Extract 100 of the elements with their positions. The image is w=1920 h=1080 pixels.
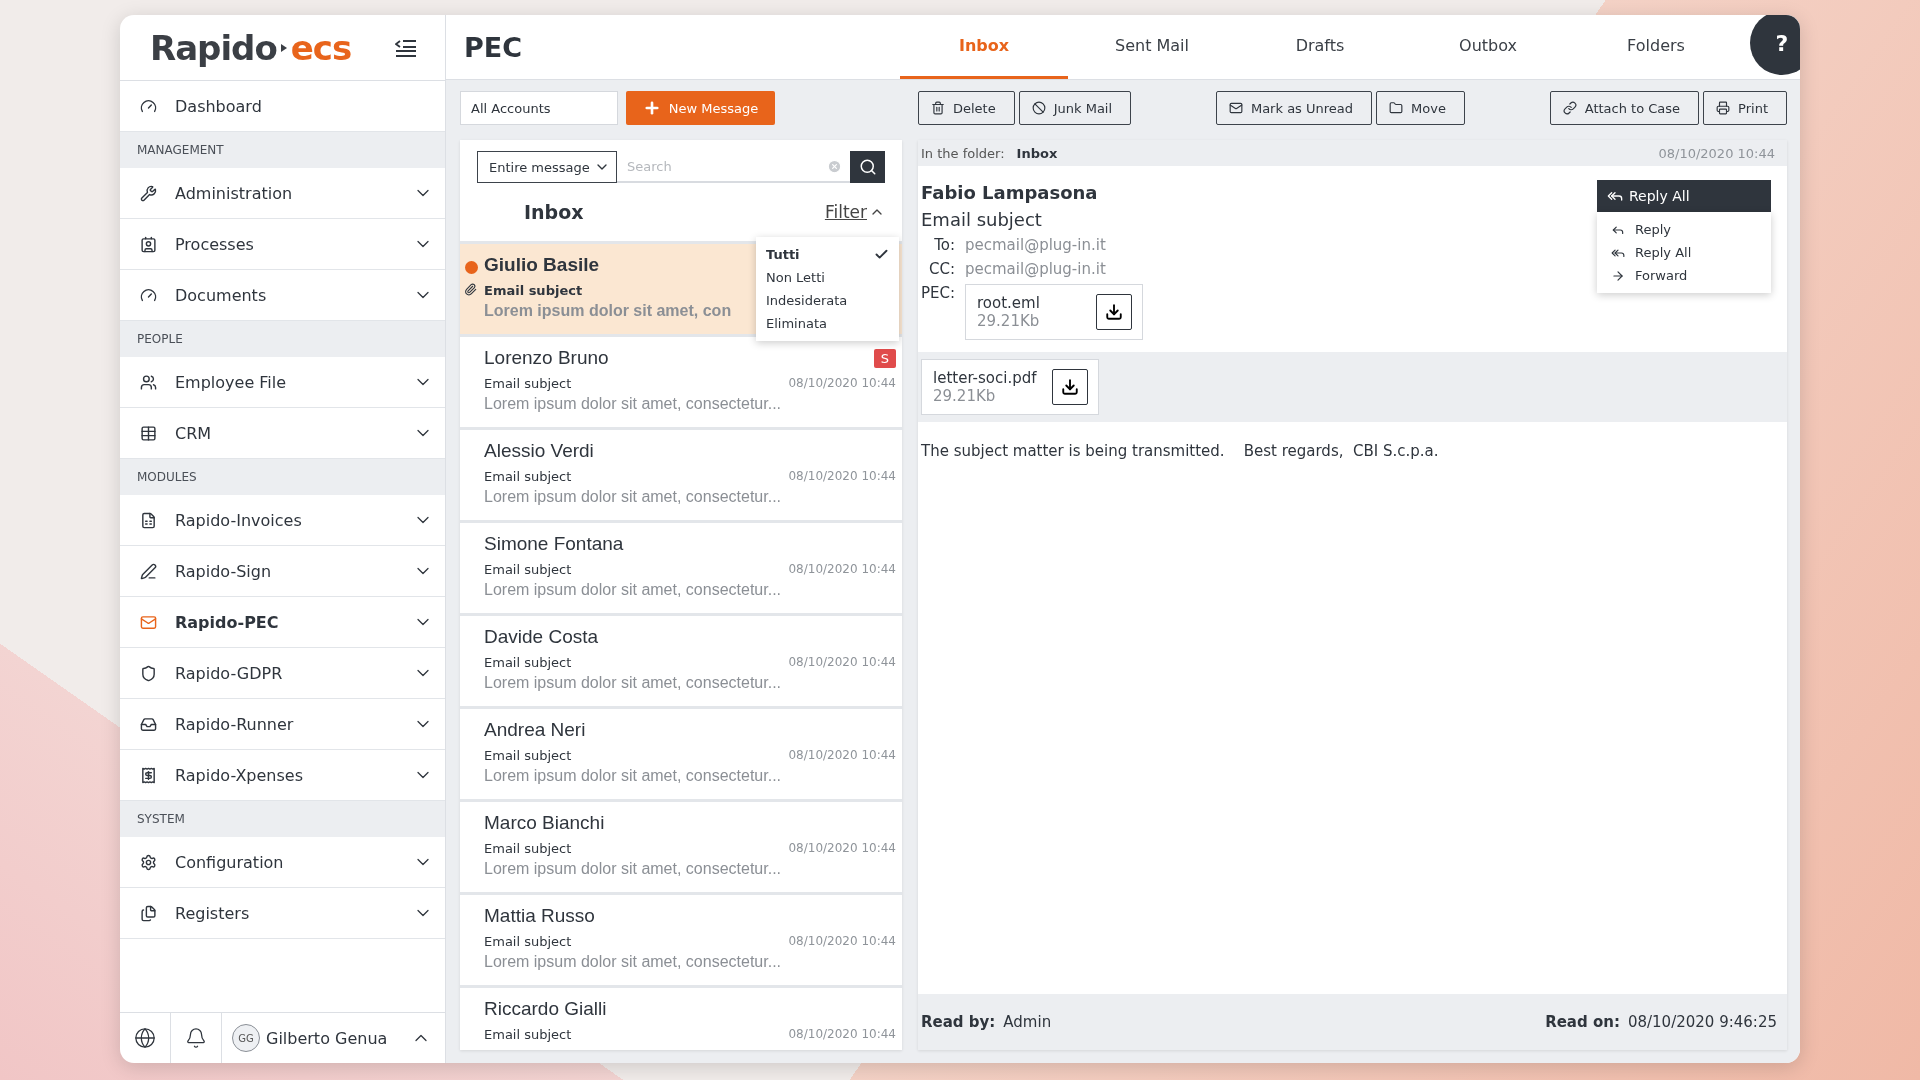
- message-date: 08/10/2020 10:44: [788, 1027, 896, 1041]
- filter-option[interactable]: Eliminata: [756, 312, 899, 335]
- message-date: 08/10/2020 10:44: [788, 934, 896, 948]
- tab[interactable]: Folders: [1572, 15, 1740, 79]
- sender-name: Fabio Lampasona: [921, 182, 1098, 203]
- sidebar-item[interactable]: Employee File: [120, 357, 445, 408]
- search-icon: [858, 158, 877, 176]
- tab[interactable]: Drafts: [1236, 15, 1404, 79]
- read-by-label: Read by:: [921, 1013, 996, 1031]
- message-item[interactable]: Riccardo Gialli Email subject 08/10/2020 10:44: [460, 985, 902, 1050]
- toolbar-button[interactable]: Print: [1703, 91, 1787, 125]
- receipt-icon: [140, 766, 157, 784]
- sidebar-item[interactable]: Administration: [120, 168, 445, 219]
- toolbar-button[interactable]: Attach to Case: [1549, 91, 1700, 125]
- inbox-icon: [140, 715, 157, 733]
- accounts-select[interactable]: All Accounts: [460, 91, 618, 125]
- user-menu[interactable]: GG Gilberto Genua: [222, 1024, 445, 1052]
- collapse-menu-icon[interactable]: [395, 38, 417, 57]
- file-size: 29.21Kb: [977, 312, 1040, 330]
- reply-all-button[interactable]: Reply All: [1597, 180, 1771, 212]
- message-subject: Email subject: [484, 933, 572, 949]
- sidebar-item[interactable]: Rapido-Runner: [120, 699, 445, 750]
- sidebar-item[interactable]: Rapido-PEC: [120, 597, 445, 648]
- sidebar-item[interactable]: Rapido-Sign: [120, 546, 445, 597]
- message-item[interactable]: Simone Fontana Email subject 08/10/2020 10:44 Lorem ipsum dolor sit amet, consectetur...: [460, 520, 902, 613]
- message-preview: Lorem ipsum dolor sit amet, consectetur...: [484, 953, 781, 971]
- sidebar-item[interactable]: Rapido-Invoices: [120, 495, 445, 546]
- message-body: The subject matter is being transmitted. Best regards, CBI S.c.p.a.: [920, 441, 1440, 462]
- message-subject: Email subject: [484, 1026, 572, 1042]
- id-card-icon: [140, 235, 157, 253]
- message-subject: Email subject: [484, 375, 572, 391]
- files-icon: [140, 904, 157, 922]
- message-date: 08/10/2020 10:44: [788, 376, 896, 390]
- message-preview: Lorem ipsum dolor sit amet, con: [484, 302, 732, 320]
- message-date: 08/10/2020 10:44: [788, 748, 896, 762]
- message-item[interactable]: Lorenzo Bruno S Email subject 08/10/2020 10:44 Lorem ipsum dolor sit amet, consectetur...: [460, 334, 902, 427]
- filter-link[interactable]: Filter: [824, 202, 885, 222]
- to-label: To:: [933, 236, 955, 254]
- message-item[interactable]: Davide Costa Email subject 08/10/2020 10:44 Lorem ipsum dolor sit amet, consectetur...: [460, 613, 902, 706]
- sender-name: Marco Bianchi: [484, 812, 605, 834]
- toolbar-button[interactable]: Mark as Unread: [1215, 91, 1373, 125]
- bell-icon[interactable]: [185, 1027, 207, 1049]
- file-name: root.eml: [977, 294, 1040, 312]
- reply-option[interactable]: Reply All: [1597, 241, 1771, 264]
- filter-option[interactable]: Tutti: [756, 243, 899, 266]
- list-title: Inbox: [524, 201, 584, 223]
- sidebar-item[interactable]: Registers: [120, 888, 445, 939]
- download-button[interactable]: [1096, 294, 1132, 330]
- message-preview: Lorem ipsum dolor sit amet, consectetur...: [484, 488, 781, 506]
- sender-name: Riccardo Gialli: [484, 998, 607, 1020]
- filter-option[interactable]: Indesiderata: [756, 289, 899, 312]
- scope-select[interactable]: Entire message: [477, 151, 617, 183]
- message-subject: Email subject: [921, 209, 1042, 230]
- folder-name: Inbox: [1016, 145, 1058, 161]
- toolbar-button[interactable]: Move: [1376, 91, 1465, 125]
- message-item[interactable]: Marco Bianchi Email subject 08/10/2020 10:44 Lorem ipsum dolor sit amet, consectetur...: [460, 799, 902, 892]
- globe-icon[interactable]: [134, 1027, 156, 1049]
- toolbar-button[interactable]: Delete: [918, 91, 1015, 125]
- message-preview: Lorem ipsum dolor sit amet, consectetur...: [484, 860, 781, 878]
- sender-name: Giulio Basile: [484, 254, 600, 276]
- tab[interactable]: Outbox: [1404, 15, 1572, 79]
- download-button[interactable]: [1052, 369, 1088, 405]
- message-preview: Lorem ipsum dolor sit amet, consectetur...: [484, 581, 781, 599]
- reply-option[interactable]: Reply: [1597, 218, 1771, 241]
- message-preview: Lorem ipsum dolor sit amet, consectetur...: [484, 395, 781, 413]
- avatar: GG: [232, 1024, 260, 1052]
- sender-name: Mattia Russo: [484, 905, 595, 927]
- message-preview: Lorem ipsum dolor sit amet, consectetur...: [484, 767, 781, 785]
- pec-label: PEC:: [921, 284, 955, 302]
- search-button[interactable]: [850, 151, 885, 183]
- sidebar-item[interactable]: Rapido-GDPR: [120, 648, 445, 699]
- toolbar-button[interactable]: Junk Mail: [1018, 91, 1132, 125]
- sender-name: Andrea Neri: [484, 719, 586, 741]
- file-size: 29.21Kb: [933, 387, 997, 405]
- people-icon: [140, 373, 157, 391]
- gauge-icon: [140, 286, 157, 304]
- status-badge: S: [873, 348, 896, 368]
- filter-option[interactable]: Non Letti: [756, 266, 899, 289]
- printer-icon: [1716, 101, 1731, 115]
- message-subject: Email subject: [484, 840, 572, 856]
- table-icon: [140, 424, 157, 442]
- envelope-icon: [1228, 101, 1243, 115]
- message-item[interactable]: Alessio Verdi Email subject 08/10/2020 10:44 Lorem ipsum dolor sit amet, consectetur...: [460, 427, 902, 520]
- message-date: 08/10/2020 10:44: [788, 562, 896, 576]
- folder-icon: [1389, 101, 1404, 115]
- check-icon: [874, 247, 889, 262]
- folder-label: In the folder:: [921, 145, 1005, 161]
- pen-icon: [140, 562, 157, 580]
- sidebar-section-title: SYSTEM: [120, 801, 445, 837]
- sidebar-item[interactable]: Configuration: [120, 837, 445, 888]
- page-title: PEC: [463, 31, 524, 63]
- sidebar-section-title: MANAGEMENT: [120, 132, 445, 168]
- sidebar-item[interactable]: Processes: [120, 219, 445, 270]
- message-item[interactable]: Andrea Neri Email subject 08/10/2020 10:44 Lorem ipsum dolor sit amet, consectetur...: [460, 706, 902, 799]
- reply-option[interactable]: Forward: [1597, 264, 1771, 287]
- message-item[interactable]: Mattia Russo Email subject 08/10/2020 10:44 Lorem ipsum dolor sit amet, consectetur...: [460, 892, 902, 985]
- tab[interactable]: Sent Mail: [1068, 15, 1236, 79]
- help-button[interactable]: ?: [1750, 15, 1800, 75]
- download-icon: [1061, 378, 1079, 396]
- ban-icon: [1031, 101, 1046, 115]
